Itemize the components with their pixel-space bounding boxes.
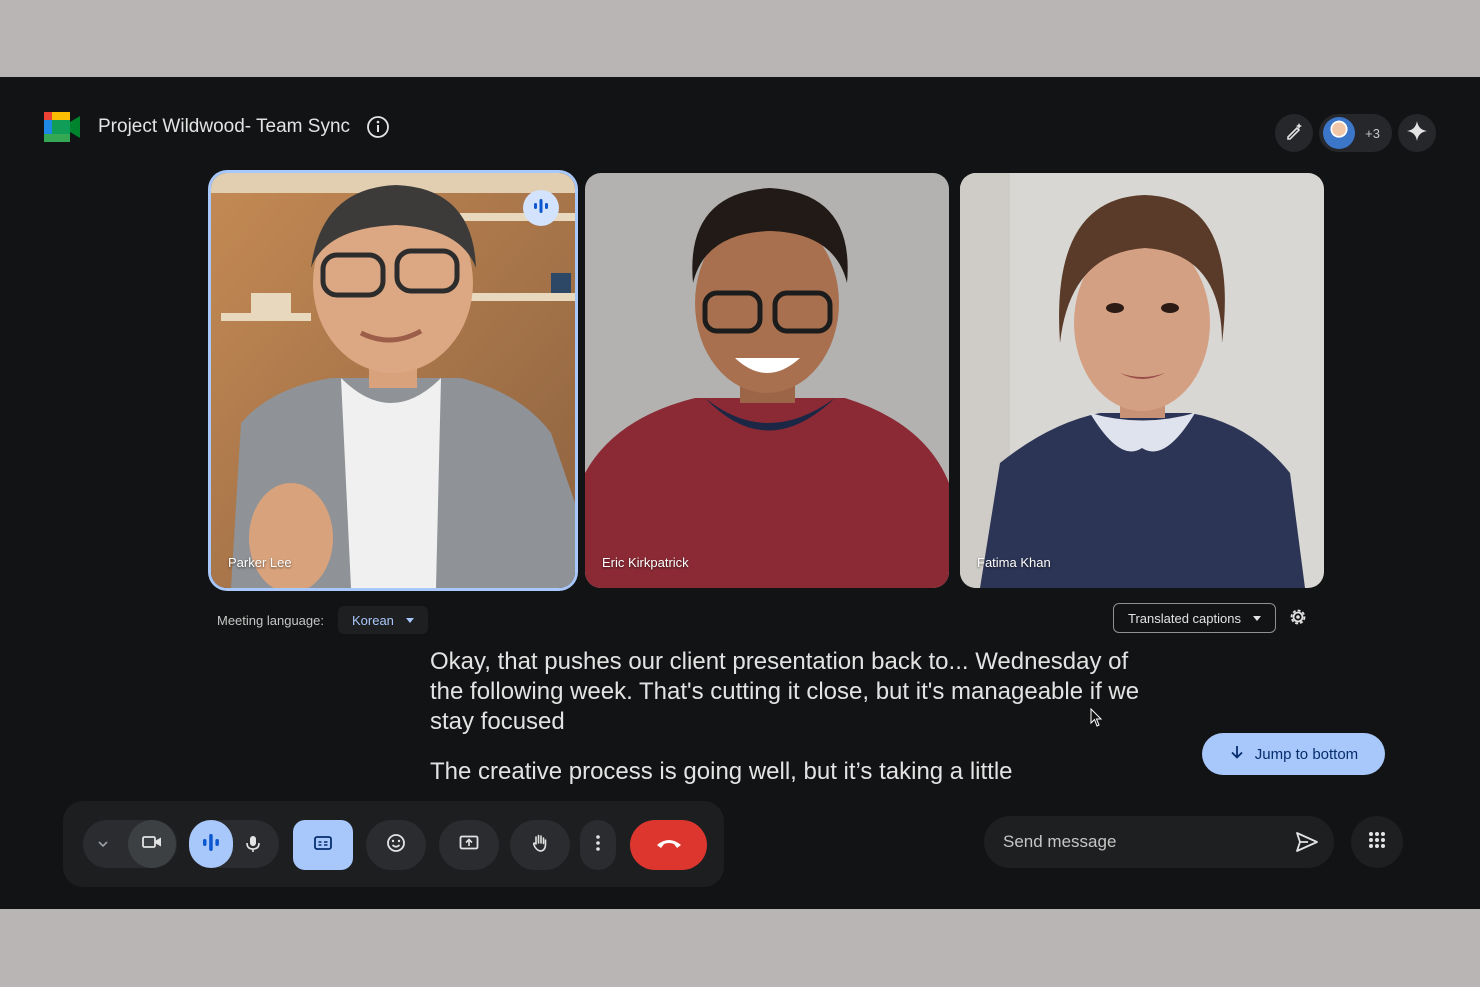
captions-button[interactable]: [293, 820, 353, 870]
apps-grid-icon: [1368, 831, 1386, 854]
captions-mode-value: Translated captions: [1128, 610, 1241, 626]
present-screen-button[interactable]: [439, 820, 499, 870]
dropdown-arrow-icon: [1252, 615, 1261, 621]
emoji-icon: [385, 832, 407, 859]
more-vertical-icon: [595, 833, 601, 858]
mic-control-group: [189, 820, 279, 868]
dropdown-arrow-icon: [405, 617, 414, 623]
jump-to-bottom-button[interactable]: Jump to bottom: [1202, 733, 1385, 775]
reactions-button[interactable]: [366, 820, 426, 870]
message-input[interactable]: [1001, 831, 1275, 853]
sparkle-icon: [1406, 120, 1428, 147]
caption-settings-button[interactable]: [1287, 606, 1309, 628]
hand-icon: [529, 832, 551, 859]
participant-video: [960, 173, 1324, 588]
participant-video: [585, 173, 949, 588]
caption-line: Okay, that pushes our client presentatio…: [430, 648, 1140, 735]
meeting-title: Project Wildwood- Team Sync: [98, 116, 351, 137]
mic-activity-button[interactable]: [189, 820, 233, 868]
mouse-cursor-icon: [1090, 707, 1104, 733]
send-icon[interactable]: [1294, 829, 1320, 855]
gear-icon: [1287, 609, 1309, 632]
hang-up-icon: [655, 836, 683, 855]
meet-window: Project Wildwood- Team Sync +3 Parker Le…: [0, 77, 1480, 909]
meeting-language-label: Meeting language:: [217, 612, 324, 628]
captions-mode-select[interactable]: Translated captions: [1113, 603, 1276, 633]
participant-name: Eric Kirkpatrick: [602, 555, 689, 570]
participant-extra-count: +3: [1365, 125, 1380, 141]
leave-call-button[interactable]: [630, 820, 707, 870]
caption-transcript: Okay, that pushes our client presentatio…: [430, 647, 1150, 787]
info-icon[interactable]: [366, 115, 390, 139]
pencil-sparkle-icon: [1284, 121, 1304, 146]
present-screen-icon: [458, 832, 480, 859]
participant-name: Parker Lee: [228, 555, 292, 570]
participant-name: Fatima Khan: [977, 555, 1051, 570]
activities-button[interactable]: [1351, 816, 1403, 868]
more-options-button[interactable]: [580, 820, 616, 870]
camera-button[interactable]: [128, 820, 176, 868]
participant-tile-eric-kirkpatrick[interactable]: Eric Kirkpatrick: [585, 173, 949, 588]
header: Project Wildwood- Team Sync: [44, 112, 390, 142]
participants-button[interactable]: +3: [1319, 114, 1392, 152]
audio-wave-icon: [532, 197, 550, 220]
meeting-language-value: Korean: [351, 612, 394, 628]
participant-tile-parker-lee[interactable]: Parker Lee: [211, 173, 575, 588]
meeting-language-row: Meeting language: Korean: [217, 606, 428, 634]
participant-video: [211, 173, 575, 588]
participant-tile-fatima-khan[interactable]: Fatima Khan: [960, 173, 1324, 588]
chevron-down-icon[interactable]: [93, 834, 113, 854]
top-right-actions: +3: [1269, 113, 1436, 153]
meeting-language-select[interactable]: Korean: [337, 606, 428, 634]
caption-line: The creative process is going well, but …: [430, 758, 1013, 785]
call-controls: [63, 801, 724, 887]
edit-button[interactable]: [1275, 114, 1314, 152]
jump-to-bottom-label: Jump to bottom: [1254, 745, 1359, 763]
closed-captions-icon: [312, 832, 334, 859]
send-message-box: [984, 816, 1334, 868]
gemini-button[interactable]: [1398, 114, 1436, 152]
camera-control-group: [83, 820, 177, 868]
speaking-indicator: [523, 190, 559, 226]
arrow-down-icon: [1229, 744, 1255, 764]
meet-logo-icon: [44, 112, 80, 142]
video-camera-icon: [141, 831, 163, 858]
raise-hand-button[interactable]: [510, 820, 570, 870]
audio-wave-icon: [200, 831, 222, 858]
microphone-icon[interactable]: [243, 834, 263, 854]
avatar: [1323, 117, 1356, 149]
